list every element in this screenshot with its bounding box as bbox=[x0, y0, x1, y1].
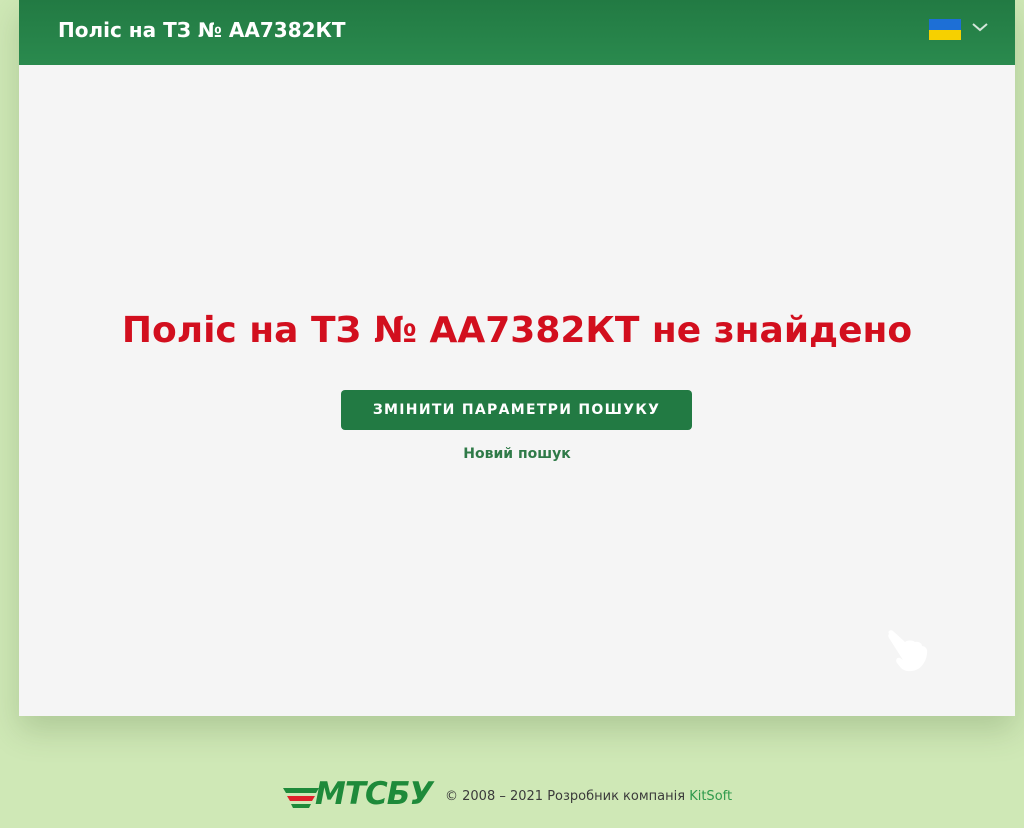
mtsbu-logo: МТСБУ bbox=[281, 776, 441, 814]
chevron-down-icon bbox=[972, 23, 988, 32]
hand-pointer-icon bbox=[888, 630, 928, 672]
logo-text: МТСБУ bbox=[315, 776, 433, 812]
new-search-link[interactable]: Новий пошук bbox=[19, 446, 1015, 462]
language-switcher[interactable] bbox=[927, 15, 993, 47]
copyright: © 2008 – 2021 Розробник компанія KitSoft bbox=[445, 789, 732, 804]
developer-link[interactable]: KitSoft bbox=[689, 789, 732, 804]
copyright-text: © 2008 – 2021 Розробник компанія bbox=[445, 789, 690, 804]
page-title: Поліс на ТЗ № АА7382КТ bbox=[58, 18, 346, 42]
top-bar: Поліс на ТЗ № АА7382КТ bbox=[19, 0, 1015, 65]
main-panel: Поліс на ТЗ № АА7382КТ Поліс на ТЗ № АА7… bbox=[19, 0, 1015, 716]
ukraine-flag-icon bbox=[929, 19, 961, 40]
change-search-params-button[interactable]: ЗМІНИТИ ПАРАМЕТРИ ПОШУКУ bbox=[341, 390, 692, 430]
not-found-message: Поліс на ТЗ № АА7382КТ не знайдено bbox=[121, 310, 913, 351]
footer: МТСБУ © 2008 – 2021 Розробник компанія K… bbox=[0, 772, 1024, 816]
